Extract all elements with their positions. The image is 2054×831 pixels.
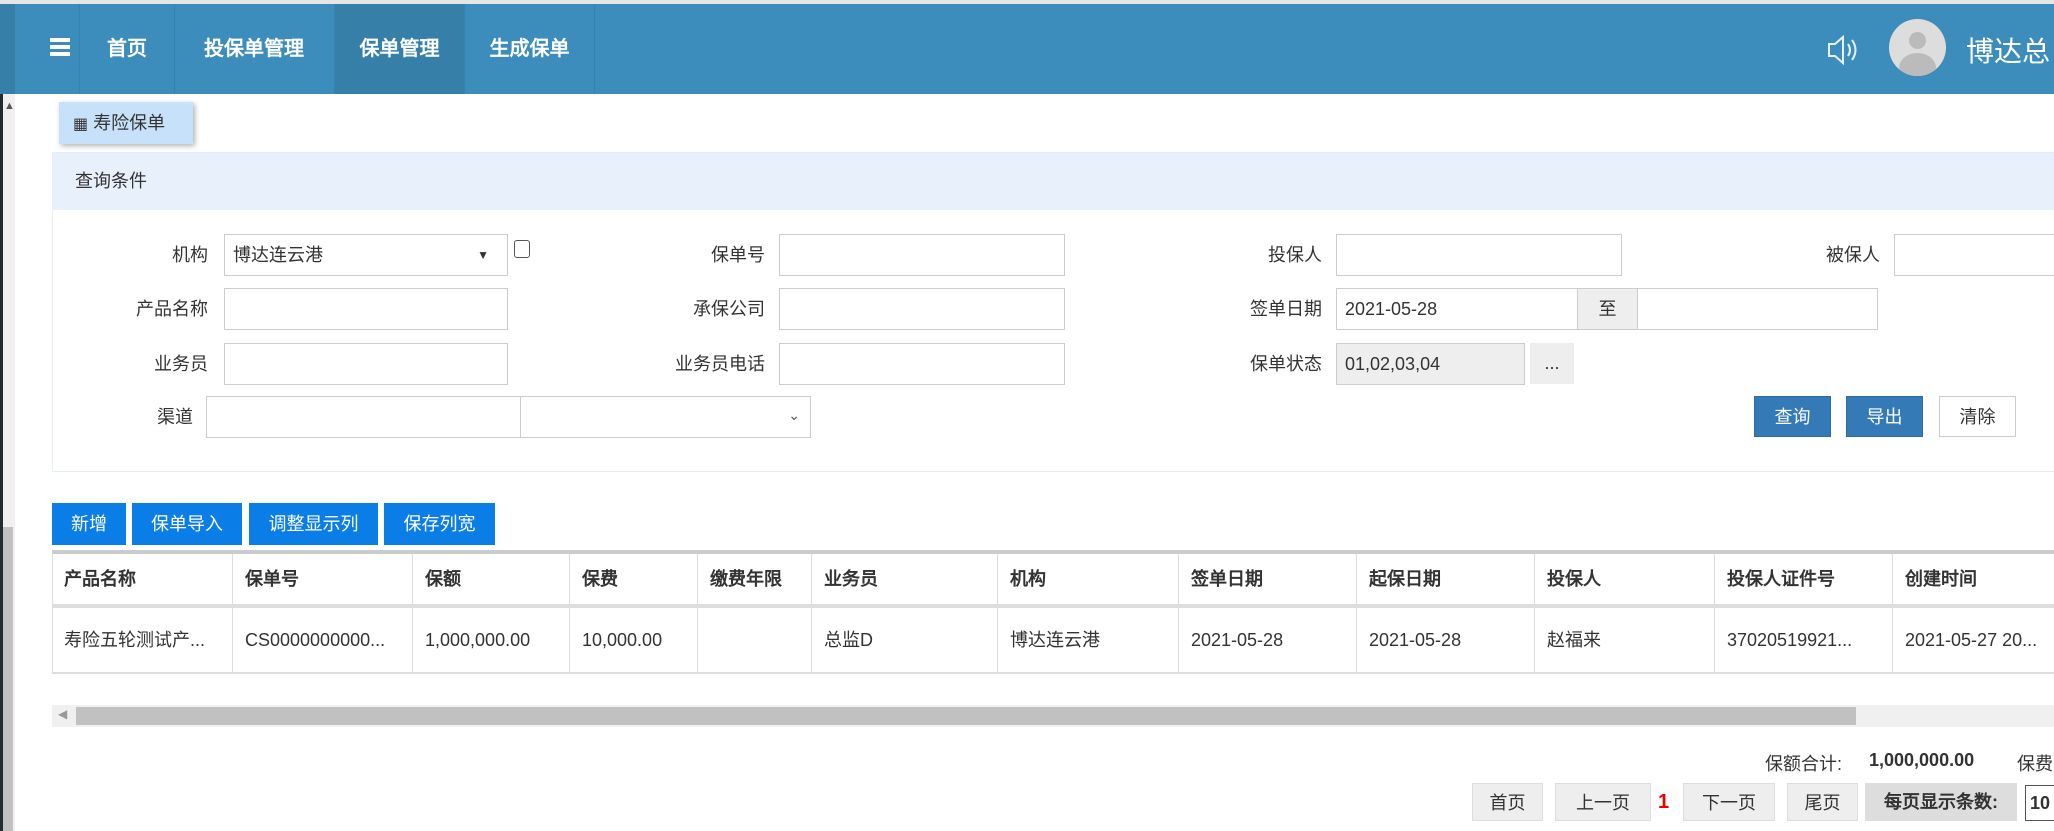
table-cell: 赵福来 (1535, 608, 1715, 672)
channel-input[interactable] (206, 396, 521, 438)
insured-input[interactable] (1894, 234, 2054, 276)
nav-generate-policy[interactable]: 生成保单 (465, 4, 595, 94)
table-cell: 博达连云港 (998, 608, 1179, 672)
nav-home[interactable]: 首页 (79, 4, 175, 94)
company-label: 承保公司 (693, 299, 765, 319)
column-header[interactable]: 创建时间 (1893, 554, 2054, 604)
vertical-scrollbar-thumb[interactable] (3, 527, 13, 831)
column-header[interactable]: 保费 (570, 554, 698, 604)
column-header[interactable]: 保单号 (233, 554, 413, 604)
add-button[interactable]: 新增 (52, 503, 126, 545)
column-header[interactable]: 业务员 (812, 554, 998, 604)
menu-toggle-icon[interactable] (50, 38, 70, 58)
scroll-up-icon[interactable]: ▲ (4, 100, 15, 112)
channel-select[interactable]: ⌄ (520, 396, 811, 438)
table-cell: 寿险五轮测试产... (52, 608, 233, 672)
column-header[interactable]: 缴费年限 (698, 554, 812, 604)
navbar-left-strip (0, 4, 15, 94)
prev-page-button[interactable]: 上一页 (1555, 783, 1651, 821)
scroll-left-icon[interactable]: ◀ (58, 707, 67, 721)
last-page-button[interactable]: 尾页 (1787, 783, 1858, 821)
nav-policy-management[interactable]: 保单管理 (335, 4, 465, 94)
policy-status-label: 保单状态 (1250, 354, 1322, 374)
policy-no-input[interactable] (779, 234, 1065, 276)
export-button[interactable]: 导出 (1846, 396, 1923, 437)
column-header[interactable]: 投保人 (1535, 554, 1715, 604)
policy-no-label: 保单号 (711, 245, 765, 265)
search-button[interactable]: 查询 (1754, 396, 1831, 437)
column-header[interactable]: 投保人证件号 (1715, 554, 1893, 604)
agent-input[interactable] (224, 343, 508, 385)
column-header[interactable]: 保额 (413, 554, 570, 604)
sign-date-label: 签单日期 (1250, 299, 1322, 319)
amount-total-value: 1,000,000.00 (1869, 750, 1975, 770)
tab-life-policy[interactable]: ▦ 寿险保单 (59, 102, 193, 144)
clear-button[interactable]: 清除 (1939, 396, 2016, 437)
table-cell: 2021-05-28 (1357, 608, 1535, 672)
first-page-button[interactable]: 首页 (1472, 783, 1543, 821)
agent-phone-input[interactable] (779, 343, 1065, 385)
sign-date-to-input[interactable] (1637, 288, 1878, 330)
caret-down-icon: ▼ (477, 248, 489, 262)
grid-icon: ▦ (73, 116, 89, 133)
column-header[interactable]: 起保日期 (1357, 554, 1535, 604)
table-cell: 2021-05-28 (1179, 608, 1357, 672)
current-page: 1 (1658, 791, 1670, 813)
column-header[interactable]: 机构 (998, 554, 1179, 604)
applicant-label: 投保人 (1268, 245, 1322, 265)
table-cell: 10,000.00 (570, 608, 698, 672)
table-cell: 1,000,000.00 (413, 608, 570, 672)
date-range-separator: 至 (1577, 288, 1638, 330)
chevron-down-icon: ⌄ (788, 407, 800, 423)
org-select-value: 博达连云港 (233, 245, 323, 265)
table-cell: 2021-05-27 20... (1893, 608, 2054, 672)
sign-date-from-input[interactable]: 2021-05-28 (1336, 288, 1578, 330)
user-name[interactable]: 博达总 (1966, 30, 2050, 70)
save-column-width-button[interactable]: 保存列宽 (384, 503, 495, 545)
row-border (52, 672, 2054, 674)
channel-label: 渠道 (157, 407, 193, 427)
product-name-label: 产品名称 (136, 299, 208, 319)
org-select[interactable]: 博达连云港 ▼ (224, 234, 508, 276)
amount-total-label: 保额合计: (1765, 754, 1843, 774)
next-page-button[interactable]: 下一页 (1683, 783, 1775, 821)
applicant-input[interactable] (1336, 234, 1622, 276)
company-input[interactable] (779, 288, 1065, 330)
agent-label: 业务员 (154, 354, 208, 374)
tab-label: 寿险保单 (93, 113, 166, 133)
horizontal-scrollbar-thumb[interactable] (76, 707, 1856, 725)
speaker-icon[interactable] (1826, 34, 1860, 71)
org-label: 机构 (172, 245, 208, 265)
adjust-columns-button[interactable]: 调整显示列 (249, 503, 378, 545)
query-panel-title: 查询条件 (53, 153, 2054, 210)
column-header[interactable]: 产品名称 (52, 554, 233, 604)
import-policy-button[interactable]: 保单导入 (132, 503, 242, 545)
table-cell (698, 608, 812, 672)
nav-application-management[interactable]: 投保单管理 (174, 4, 335, 94)
premium-total-label: 保费 (2017, 754, 2053, 774)
user-avatar[interactable] (1889, 19, 1946, 76)
column-header[interactable]: 签单日期 (1179, 554, 1357, 604)
table-cell: 37020519921... (1715, 608, 1893, 672)
page-size-label: 每页显示条数: (1865, 783, 2017, 821)
table-cell: CS0000000000... (233, 608, 413, 672)
policy-status-input[interactable]: 01,02,03,04 (1336, 343, 1525, 385)
insured-label: 被保人 (1826, 245, 1880, 265)
org-include-sub-checkbox[interactable] (514, 240, 530, 258)
agent-phone-label: 业务员电话 (675, 354, 765, 374)
page-size-input[interactable]: 10 (2025, 785, 2054, 821)
policy-status-picker-button[interactable]: ... (1530, 343, 1574, 384)
table-cell: 总监D (812, 608, 998, 672)
product-name-input[interactable] (224, 288, 508, 330)
